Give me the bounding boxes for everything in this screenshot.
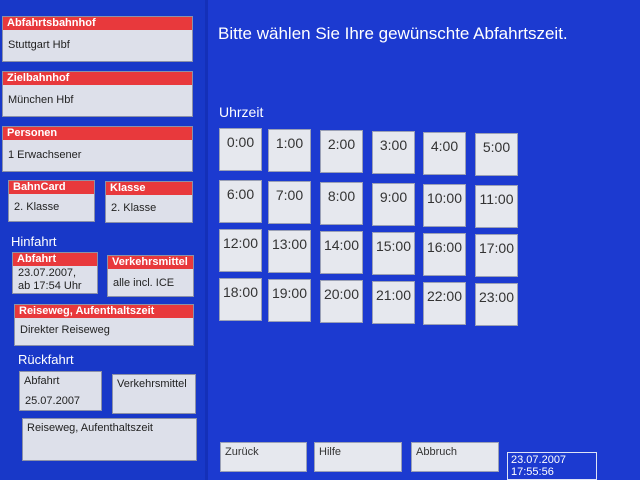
departure-station-field[interactable]: Abfahrtsbahnhof Stuttgart Hbf: [2, 16, 193, 62]
bahncard-value: 2. Klasse: [14, 201, 60, 213]
date-time-display: 23.07.2007 17:55:56: [507, 452, 597, 480]
time-button-6-00[interactable]: 6:00: [219, 180, 262, 223]
time-button-8-00[interactable]: 8:00: [320, 182, 363, 225]
time-button-21-00[interactable]: 21:00: [372, 281, 415, 324]
passengers-value: 1 Erwachsener: [8, 149, 82, 161]
time-button-16-00[interactable]: 16:00: [423, 233, 466, 276]
time-button-4-00[interactable]: 4:00: [423, 132, 466, 175]
outbound-transport-field[interactable]: Verkehrsmittel alle incl. ICE: [107, 255, 194, 297]
passengers-field[interactable]: Personen 1 Erwachsener: [2, 126, 193, 172]
time-button-14-00[interactable]: 14:00: [320, 231, 363, 274]
time-button-12-00[interactable]: 12:00: [219, 229, 262, 272]
outbound-departure-label: Abfahrt: [13, 253, 97, 266]
time-button-23-00[interactable]: 23:00: [475, 283, 518, 326]
time-button-7-00[interactable]: 7:00: [268, 181, 311, 224]
destination-station-label: Zielbahnhof: [3, 72, 192, 85]
outbound-transport-value: alle incl. ICE: [113, 277, 175, 289]
back-button[interactable]: Zurück: [220, 442, 307, 472]
help-button[interactable]: Hilfe: [314, 442, 402, 472]
time-button-22-00[interactable]: 22:00: [423, 282, 466, 325]
departure-station-label: Abfahrtsbahnhof: [3, 17, 192, 30]
time-button-5-00[interactable]: 5:00: [475, 133, 518, 176]
class-field[interactable]: Klasse 2. Klasse: [105, 181, 193, 223]
time-button-2-00[interactable]: 2:00: [320, 130, 363, 173]
return-route-field[interactable]: Reiseweg, Aufenthaltszeit: [22, 418, 197, 461]
return-departure-value: 25.07.2007: [25, 395, 81, 407]
departure-station-value: Stuttgart Hbf: [8, 39, 70, 51]
outbound-title: Hinfahrt: [11, 234, 57, 249]
time-button-0-00[interactable]: 0:00: [219, 128, 262, 171]
time-button-1-00[interactable]: 1:00: [268, 129, 311, 172]
current-time: 17:55:56: [511, 466, 554, 478]
bahncard-label: BahnCard: [9, 181, 94, 194]
page-title: Bitte wählen Sie Ihre gewünschte Abfahrt…: [218, 24, 568, 43]
outbound-route-value: Direkter Reiseweg: [20, 324, 110, 336]
time-button-19-00[interactable]: 19:00: [268, 279, 311, 322]
kiosk-screen: Abfahrtsbahnhof Stuttgart Hbf Zielbahnho…: [0, 0, 640, 480]
time-button-10-00[interactable]: 10:00: [423, 184, 466, 227]
time-button-13-00[interactable]: 13:00: [268, 230, 311, 273]
bahncard-field[interactable]: BahnCard 2. Klasse: [8, 180, 95, 222]
return-departure-field[interactable]: Abfahrt 25.07.2007: [19, 371, 102, 411]
time-button-18-00[interactable]: 18:00: [219, 278, 262, 321]
outbound-departure-time: ab 17:54 Uhr: [18, 280, 82, 292]
time-button-15-00[interactable]: 15:00: [372, 232, 415, 275]
time-button-20-00[interactable]: 20:00: [320, 280, 363, 323]
time-button-3-00[interactable]: 3:00: [372, 131, 415, 174]
current-date: 23.07.2007: [511, 454, 567, 466]
destination-station-field[interactable]: Zielbahnhof München Hbf: [2, 71, 193, 117]
time-grid-label: Uhrzeit: [219, 104, 264, 120]
return-title: Rückfahrt: [18, 352, 74, 367]
outbound-departure-date: 23.07.2007,: [18, 267, 77, 279]
outbound-departure-field[interactable]: Abfahrt 23.07.2007, ab 17:54 Uhr: [12, 252, 98, 294]
passengers-label: Personen: [3, 127, 192, 140]
return-route-label: Reiseweg, Aufenthaltszeit: [27, 422, 153, 434]
time-button-11-00[interactable]: 11:00: [475, 185, 518, 228]
destination-station-value: München Hbf: [8, 94, 74, 106]
time-button-17-00[interactable]: 17:00: [475, 234, 518, 277]
class-label: Klasse: [106, 182, 192, 195]
return-departure-label: Abfahrt: [24, 375, 60, 387]
outbound-route-field[interactable]: Reiseweg, Aufenthaltszeit Direkter Reise…: [14, 304, 194, 346]
return-transport-field[interactable]: Verkehrsmittel: [112, 374, 196, 414]
outbound-transport-label: Verkehrsmittel: [108, 256, 193, 269]
time-button-9-00[interactable]: 9:00: [372, 183, 415, 226]
outbound-route-label: Reiseweg, Aufenthaltszeit: [15, 305, 193, 318]
cancel-button[interactable]: Abbruch: [411, 442, 499, 472]
class-value: 2. Klasse: [111, 202, 157, 214]
return-transport-label: Verkehrsmittel: [117, 378, 187, 390]
